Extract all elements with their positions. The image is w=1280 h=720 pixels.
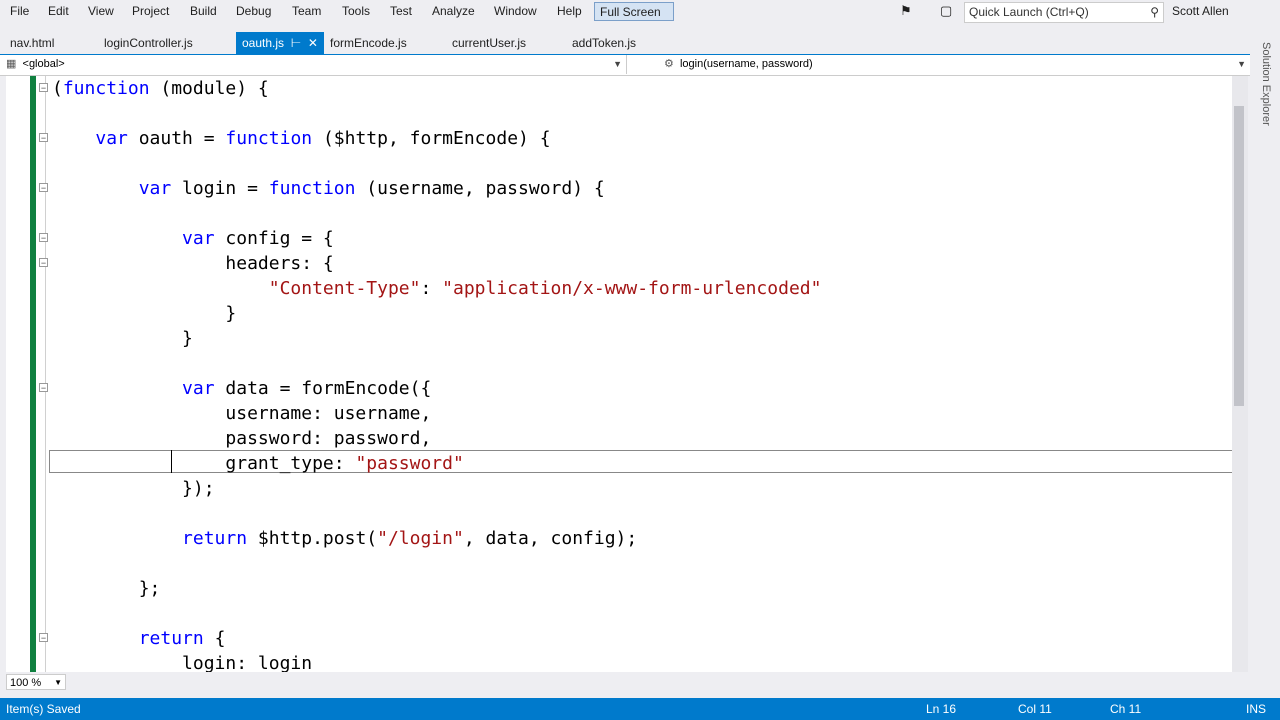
menu-team[interactable]: Team xyxy=(292,4,321,18)
fold-toggle-icon[interactable]: − xyxy=(39,183,48,193)
status-line: Ln 16 xyxy=(926,702,957,716)
fold-toggle-icon[interactable]: − xyxy=(39,633,48,643)
status-column: Col 11 xyxy=(1018,702,1052,716)
document-tab-strip: nav.html loginController.js oauth.js ⊢ ✕… xyxy=(0,32,1250,56)
tab-current-user[interactable]: currentUser.js xyxy=(452,36,526,50)
chevron-down-icon: ▼ xyxy=(613,59,622,69)
close-icon[interactable]: ✕ xyxy=(305,36,318,50)
code-line: grant_type: "password" xyxy=(52,453,464,474)
fold-toggle-icon[interactable]: − xyxy=(39,133,48,143)
scrollbar-thumb[interactable] xyxy=(1234,106,1244,406)
vertical-scrollbar[interactable] xyxy=(1232,76,1248,672)
menu-file[interactable]: File xyxy=(10,4,29,18)
quick-launch-input[interactable]: Quick Launch (Ctrl+Q) ⚲ xyxy=(964,2,1164,23)
code-line: } xyxy=(52,328,193,349)
zoom-dropdown[interactable]: 100 % ▼ xyxy=(6,674,66,690)
code-line: headers: { xyxy=(52,253,334,274)
menu-project[interactable]: Project xyxy=(132,4,169,18)
fold-toggle-icon[interactable]: − xyxy=(39,383,48,393)
feedback-icon[interactable]: ▢ xyxy=(940,3,952,19)
full-screen-button[interactable]: Full Screen xyxy=(594,2,674,21)
code-line: (function (module) { xyxy=(52,78,269,99)
code-line: return $http.post("/login", data, config… xyxy=(182,528,638,549)
chevron-down-icon: ▼ xyxy=(54,678,62,687)
menu-bar: File Edit View Project Build Debug Team … xyxy=(0,0,1280,24)
change-tracking-margin xyxy=(30,76,36,672)
tab-add-token[interactable]: addToken.js xyxy=(572,36,636,50)
code-line: "Content-Type": "application/x-www-form-… xyxy=(268,278,822,299)
menu-debug[interactable]: Debug xyxy=(236,4,271,18)
menu-analyze[interactable]: Analyze xyxy=(432,4,475,18)
code-line: var config = { xyxy=(182,228,334,249)
code-line: var oauth = function ($http, formEncode)… xyxy=(95,128,551,149)
menu-test[interactable]: Test xyxy=(390,4,412,18)
code-line: login: login xyxy=(52,653,313,672)
menu-help[interactable]: Help xyxy=(557,4,582,18)
scope-icon: ▦ xyxy=(6,58,20,70)
method-icon: ⚙ xyxy=(664,58,677,70)
fold-toggle-icon[interactable]: − xyxy=(39,83,48,93)
scope-value: <global> xyxy=(22,58,65,70)
tab-form-encode[interactable]: formEncode.js xyxy=(330,36,407,50)
solution-explorer-label: Solution Explorer xyxy=(1260,42,1272,126)
status-bar: Item(s) Saved Ln 16 Col 11 Ch 11 INS xyxy=(0,698,1280,720)
scope-dropdown[interactable]: ▦ <global> ▼ xyxy=(6,55,627,74)
code-line: }; xyxy=(52,578,161,599)
zoom-value: 100 % xyxy=(10,677,42,689)
fold-toggle-icon[interactable]: − xyxy=(39,258,48,268)
tab-nav-html[interactable]: nav.html xyxy=(10,36,54,50)
status-insert-mode: INS xyxy=(1246,702,1267,716)
tab-oauth-js[interactable]: oauth.js ⊢ ✕ xyxy=(236,32,324,54)
menu-build[interactable]: Build xyxy=(190,4,217,18)
tab-login-controller[interactable]: loginController.js xyxy=(104,36,193,50)
code-line: var login = function (username, password… xyxy=(138,178,605,199)
code-line: }); xyxy=(52,478,215,499)
menu-tools[interactable]: Tools xyxy=(342,4,370,18)
fold-toggle-icon[interactable]: − xyxy=(39,233,48,243)
code-line: username: username, xyxy=(52,403,432,424)
quick-launch-placeholder: Quick Launch (Ctrl+Q) xyxy=(969,5,1089,19)
pin-icon[interactable]: ⊢ xyxy=(287,36,301,50)
menu-window[interactable]: Window xyxy=(494,4,537,18)
code-editor[interactable]: − − − − − − − (function (module) { var o… xyxy=(0,76,1232,672)
solution-explorer-tab[interactable]: Solution Explorer xyxy=(1252,32,1280,672)
tab-oauth-js-label: oauth.js xyxy=(242,36,285,50)
user-name[interactable]: Scott Allen xyxy=(1172,4,1229,18)
outlining-margin xyxy=(45,76,46,672)
search-icon: ⚲ xyxy=(1150,5,1159,19)
menu-view[interactable]: View xyxy=(88,4,114,18)
notification-flag-icon[interactable]: ⚑ xyxy=(900,3,912,19)
code-line: var data = formEncode({ xyxy=(182,378,432,399)
status-char: Ch 11 xyxy=(1110,702,1142,716)
member-value: login(username, password) xyxy=(679,58,813,70)
code-line: password: password, xyxy=(52,428,432,449)
navigation-bar: ▦ <global> ▼ ⚙ login(username, password)… xyxy=(0,55,1250,76)
menu-edit[interactable]: Edit xyxy=(48,4,69,18)
status-message: Item(s) Saved xyxy=(6,702,81,716)
code-line: return { xyxy=(138,628,226,649)
chevron-down-icon: ▼ xyxy=(1237,59,1246,69)
code-line: } xyxy=(52,303,237,324)
member-dropdown[interactable]: ⚙ login(username, password) ▼ xyxy=(630,55,1250,74)
